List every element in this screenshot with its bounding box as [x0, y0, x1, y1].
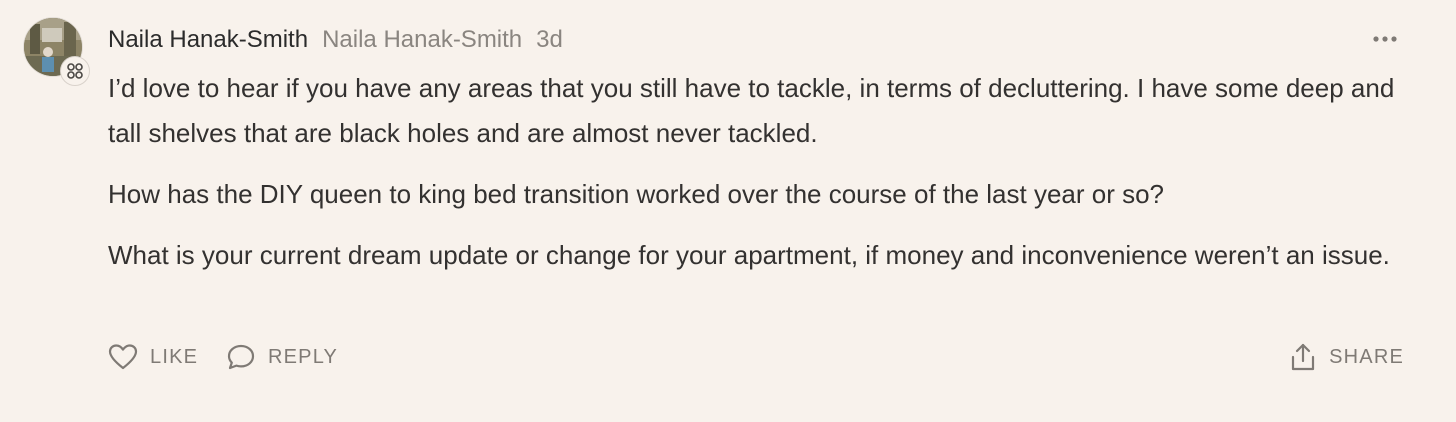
- reply-button[interactable]: REPLY: [226, 338, 338, 376]
- more-options-icon: [1373, 36, 1397, 42]
- like-label: LIKE: [150, 345, 199, 368]
- more-options-button[interactable]: [1368, 24, 1402, 54]
- comment-actions: LIKE REPLY SHARE: [108, 338, 1404, 376]
- comment-body: I’d love to hear if you have any areas t…: [108, 66, 1398, 294]
- speech-bubble-icon: [227, 344, 255, 370]
- share-button[interactable]: SHARE: [1289, 338, 1404, 376]
- share-label: SHARE: [1329, 345, 1404, 368]
- subscriber-badge-icon: [60, 56, 90, 86]
- reply-label: REPLY: [268, 345, 339, 368]
- like-button[interactable]: LIKE: [108, 338, 198, 376]
- comment-timestamp[interactable]: 3d: [536, 26, 563, 54]
- comment-paragraph: What is your current dream update or cha…: [108, 240, 1390, 270]
- avatar-container[interactable]: [24, 18, 90, 86]
- author-handle[interactable]: Naila Hanak-Smith: [322, 26, 522, 54]
- comment-paragraph: I’d love to hear if you have any areas t…: [108, 73, 1395, 148]
- share-icon: [1291, 343, 1315, 371]
- heart-icon: [108, 344, 138, 370]
- comment: Naila Hanak-Smith Naila Hanak-Smith 3d I…: [0, 0, 1456, 422]
- comment-header: Naila Hanak-Smith Naila Hanak-Smith 3d: [108, 24, 563, 56]
- comment-paragraph: How has the DIY queen to king bed transi…: [108, 179, 1165, 209]
- author-name[interactable]: Naila Hanak-Smith: [108, 26, 308, 54]
